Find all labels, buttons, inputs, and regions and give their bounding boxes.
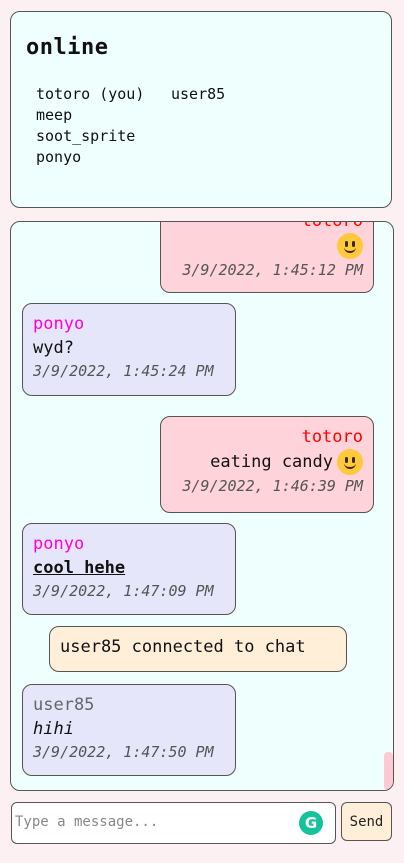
send-button[interactable]: Send <box>341 802 392 841</box>
chat-message: totoro eating candy 3/9/2022, 1:46:39 PM <box>160 416 374 513</box>
chat-message: user85 hihi 3/9/2022, 1:47:50 PM <box>22 684 236 776</box>
message-author: user85 <box>33 695 95 715</box>
online-user: totoro (you) <box>36 85 145 103</box>
smiley-emoji-icon <box>337 449 363 475</box>
message-timestamp: 3/9/2022, 1:46:39 PM <box>182 477 363 495</box>
message-composer[interactable]: G <box>11 802 336 844</box>
online-user: user85 <box>171 85 226 103</box>
message-timestamp: 3/9/2022, 1:47:09 PM <box>33 582 214 600</box>
message-timestamp: 3/9/2022, 1:45:24 PM <box>33 362 214 380</box>
message-input[interactable] <box>15 807 295 837</box>
message-author: ponyo <box>33 314 85 334</box>
message-text: wyd? <box>33 338 74 358</box>
message-timestamp: 3/9/2022, 1:45:12 PM <box>182 261 363 279</box>
chat-message: ponyo wyd? 3/9/2022, 1:45:24 PM <box>22 303 236 396</box>
message-timestamp: 3/9/2022, 1:47:50 PM <box>33 743 214 761</box>
system-notice: user85 connected to chat <box>49 626 347 672</box>
chat-message: totoro 3/9/2022, 1:45:12 PM <box>160 221 374 293</box>
chat-message: ponyo cool hehe 3/9/2022, 1:47:09 PM <box>22 523 236 615</box>
smiley-emoji-icon <box>337 233 363 259</box>
message-text <box>171 233 363 259</box>
online-user: ponyo <box>36 148 82 166</box>
online-user-list: totoro (you) user85 meep soot_sprite pon… <box>36 84 376 168</box>
online-panel: online totoro (you) user85 meep soot_spr… <box>10 11 392 208</box>
message-author: totoro <box>301 221 363 231</box>
grammarly-icon[interactable]: G <box>299 811 323 835</box>
online-user: soot_sprite <box>36 127 136 145</box>
message-text: eating candy <box>171 449 363 475</box>
message-author: totoro <box>301 427 363 447</box>
online-title: online <box>26 35 109 60</box>
online-user: meep <box>36 106 73 124</box>
message-author: ponyo <box>33 534 85 554</box>
chat-messages-panel[interactable]: totoro 3/9/2022, 1:45:12 PM ponyo wyd? 3… <box>10 221 394 791</box>
chat-scrollbar-thumb[interactable] <box>384 752 393 790</box>
message-text: hihi <box>33 719 74 739</box>
message-text: cool hehe <box>33 558 126 578</box>
